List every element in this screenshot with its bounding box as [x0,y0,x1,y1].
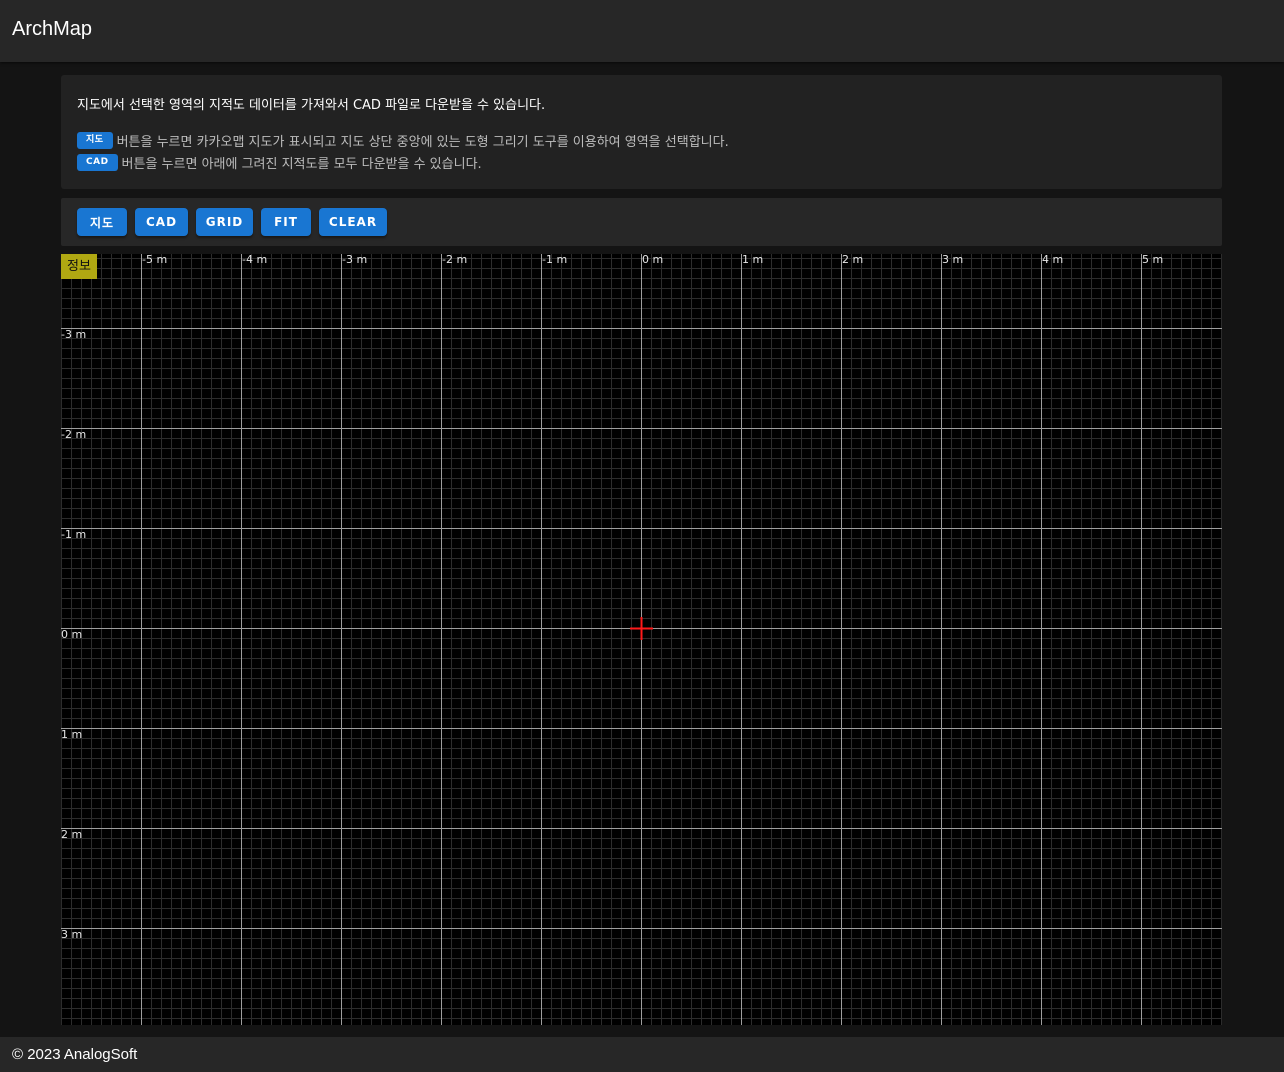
x-axis-label: -2 m [442,254,467,266]
y-axis-label: -1 m [61,528,86,541]
app-header: ArchMap [0,0,1284,62]
info-card: 지도에서 선택한 영역의 지적도 데이터를 가져와서 CAD 파일로 다운받을 … [61,75,1222,189]
x-axis-label: 5 m [1142,254,1163,266]
origin-marker [630,617,653,640]
x-axis-label: 2 m [842,254,863,266]
info-description: 지도에서 선택한 영역의 지적도 데이터를 가져와서 CAD 파일로 다운받을 … [77,98,546,113]
fit-button[interactable]: FIT [261,208,311,236]
x-axis-label: 1 m [742,254,763,266]
app-title: ArchMap [12,18,93,40]
info-row-map: 지도 버튼을 누르면 카카오맵 지도가 표시되고 지도 상단 중앙에 있는 도형… [77,131,729,150]
x-axis-label: 3 m [942,254,963,266]
info-badge[interactable]: 정보 [61,254,97,279]
toolbar: 지도 CAD GRID FIT CLEAR [61,198,1222,246]
y-axis-label: 0 m [61,628,82,641]
map-button[interactable]: 지도 [77,208,127,236]
info-row-cad: CAD 버튼을 누르면 아래에 그려진 지적도를 모두 다운받을 수 있습니다. [77,153,482,172]
clear-button[interactable]: CLEAR [319,208,387,236]
map-help-text: 버튼을 누르면 카카오맵 지도가 표시되고 지도 상단 중앙에 있는 도형 그리… [116,135,729,150]
grid-button[interactable]: GRID [196,208,253,236]
grid-svg[interactable]: -5 m -4 m -3 m -2 m -1 m 0 m 1 m 2 m 3 m 4 m 5 m -3… [61,254,1222,1025]
cad-help-text: 버튼을 누르면 아래에 그려진 지적도를 모두 다운받을 수 있습니다. [121,157,482,172]
y-axis-label: 1 m [61,728,82,741]
x-axis-label: -1 m [542,254,567,266]
grid-canvas[interactable]: -5 m -4 m -3 m -2 m -1 m 0 m 1 m 2 m 3 m 4 m 5 m -3… [61,254,1222,1025]
cad-button[interactable]: CAD [135,208,188,236]
x-axis-label: 4 m [1042,254,1063,266]
y-axis-label: 3 m [61,928,82,941]
y-axis-label: -3 m [61,328,86,341]
y-axis-label: 2 m [61,828,82,841]
x-axis-label: -4 m [242,254,267,266]
y-axis-label: -2 m [61,428,86,441]
app-footer: © 2023 AnalogSoft [0,1037,1284,1072]
map-chip: 지도 [77,132,113,149]
x-axis-label: -5 m [142,254,167,266]
cad-chip: CAD [77,154,118,171]
copyright-text: © 2023 AnalogSoft [12,1046,138,1063]
x-axis-label: 0 m [642,254,663,266]
x-axis-label: -3 m [342,254,367,266]
